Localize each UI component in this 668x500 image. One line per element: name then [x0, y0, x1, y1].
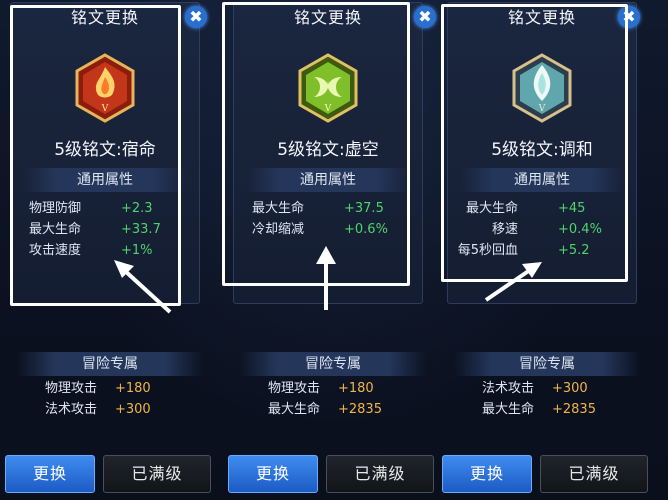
adventure-stats-list: 物理攻击 +180 法术攻击 +300: [5, 378, 215, 420]
stat-row: 物理攻击 +180: [228, 378, 438, 399]
stat-label: 物理攻击: [267, 381, 320, 396]
close-icon[interactable]: ✖: [414, 6, 436, 28]
stat-value: +180: [338, 381, 374, 396]
max-level-button[interactable]: 已满级: [103, 455, 211, 493]
stat-label: 最大生命: [481, 402, 534, 417]
stat-label: 物理攻击: [44, 381, 97, 396]
highlight-frame: [10, 5, 181, 306]
stat-value: +2835: [338, 402, 382, 417]
highlight-frame: [441, 4, 628, 282]
stat-value: +2835: [552, 402, 596, 417]
close-icon[interactable]: ✖: [185, 6, 207, 28]
max-level-button[interactable]: 已满级: [540, 455, 648, 493]
stat-row: 最大生命 +2835: [442, 399, 652, 420]
rune-card-1: 铭文更换 V 5级铭文:宿命 通用属性 物理防御 +2.3 最大生命 +33.7…: [5, 0, 215, 500]
stat-row: 法术攻击 +300: [442, 378, 652, 399]
stat-value: +300: [552, 381, 588, 396]
stat-label: 法术攻击: [481, 381, 534, 396]
adventure-stats-list: 物理攻击 +180 最大生命 +2835: [228, 378, 438, 420]
stat-label: 最大生命: [267, 402, 320, 417]
stat-row: 物理攻击 +180: [5, 378, 215, 399]
adventure-attributes-header: 冒险专属: [17, 352, 203, 376]
stat-value: +180: [115, 381, 151, 396]
max-level-button[interactable]: 已满级: [326, 455, 434, 493]
stat-label: 法术攻击: [44, 402, 97, 417]
highlight-frame: [222, 2, 410, 286]
stat-row: 法术攻击 +300: [5, 399, 215, 420]
swap-button[interactable]: 更换: [228, 455, 318, 493]
stat-row: 最大生命 +2835: [228, 399, 438, 420]
swap-button[interactable]: 更换: [442, 455, 532, 493]
rune-card-2: 铭文更换 V 5级铭文:虚空 通用属性 最大生命 +37.5 冷却缩减 +0.6…: [222, 0, 438, 500]
adventure-attributes-header: 冒险专属: [454, 352, 640, 376]
swap-button[interactable]: 更换: [5, 455, 95, 493]
stat-value: +300: [115, 402, 151, 417]
rune-card-3: 铭文更换 V 5级铭文:调和 通用属性 最大生命 +45 移速 +0.4% 每5…: [441, 0, 652, 500]
adventure-stats-list: 法术攻击 +300 最大生命 +2835: [442, 378, 652, 420]
adventure-attributes-header: 冒险专属: [240, 352, 426, 376]
